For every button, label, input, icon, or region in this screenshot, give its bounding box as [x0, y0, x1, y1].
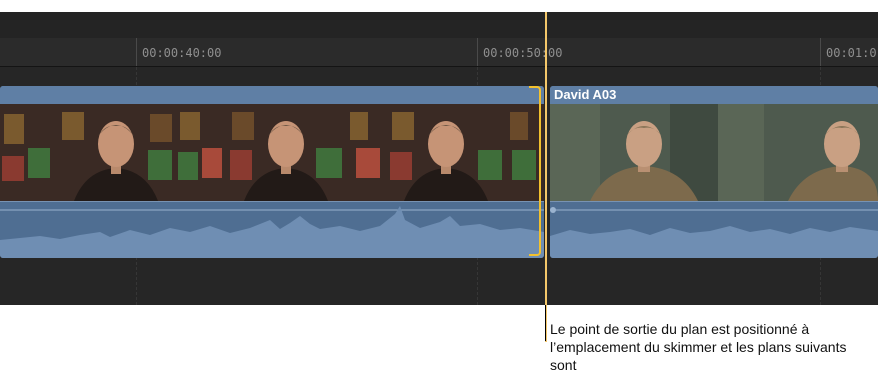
clip-end-selection[interactable] [529, 86, 541, 256]
clip-header: David A03 [550, 86, 878, 104]
video-frame [346, 104, 387, 201]
ruler-timecode: 00:00:40:00 [142, 46, 222, 60]
filmstrip [0, 104, 544, 201]
video-frame [56, 104, 177, 201]
timeline-header-bar [0, 12, 878, 38]
audio-waveform [550, 201, 878, 258]
video-clip[interactable]: David A03 [550, 86, 878, 258]
ruler-tick [136, 38, 137, 66]
top-margin [0, 0, 878, 12]
clip-header [0, 86, 544, 104]
skimmer-playhead[interactable] [545, 12, 547, 342]
audio-waveform [0, 201, 544, 258]
filmstrip [550, 104, 878, 201]
ruler-timecode: 00:00:50:00 [483, 46, 563, 60]
timecode-ruler[interactable]: 00:00:40:00 00:00:50:00 00:01:0 [0, 38, 878, 67]
video-frame [386, 104, 507, 201]
timeline-panel[interactable]: 00:00:40:00 00:00:50:00 00:01:0 David A0… [0, 0, 878, 305]
ruler-tick [820, 38, 821, 66]
video-frame [718, 104, 878, 201]
video-clip[interactable] [0, 86, 544, 258]
callout-text: Le point de sortie du plan est positionn… [550, 321, 847, 373]
ruler-timecode: 00:01:0 [826, 46, 877, 60]
callout-leader-line [545, 305, 546, 341]
video-frame [226, 104, 347, 201]
video-frame [176, 104, 227, 201]
clip-title: David A03 [554, 87, 617, 102]
video-frame [0, 104, 57, 201]
video-frame [550, 104, 719, 201]
ruler-tick [477, 38, 478, 66]
